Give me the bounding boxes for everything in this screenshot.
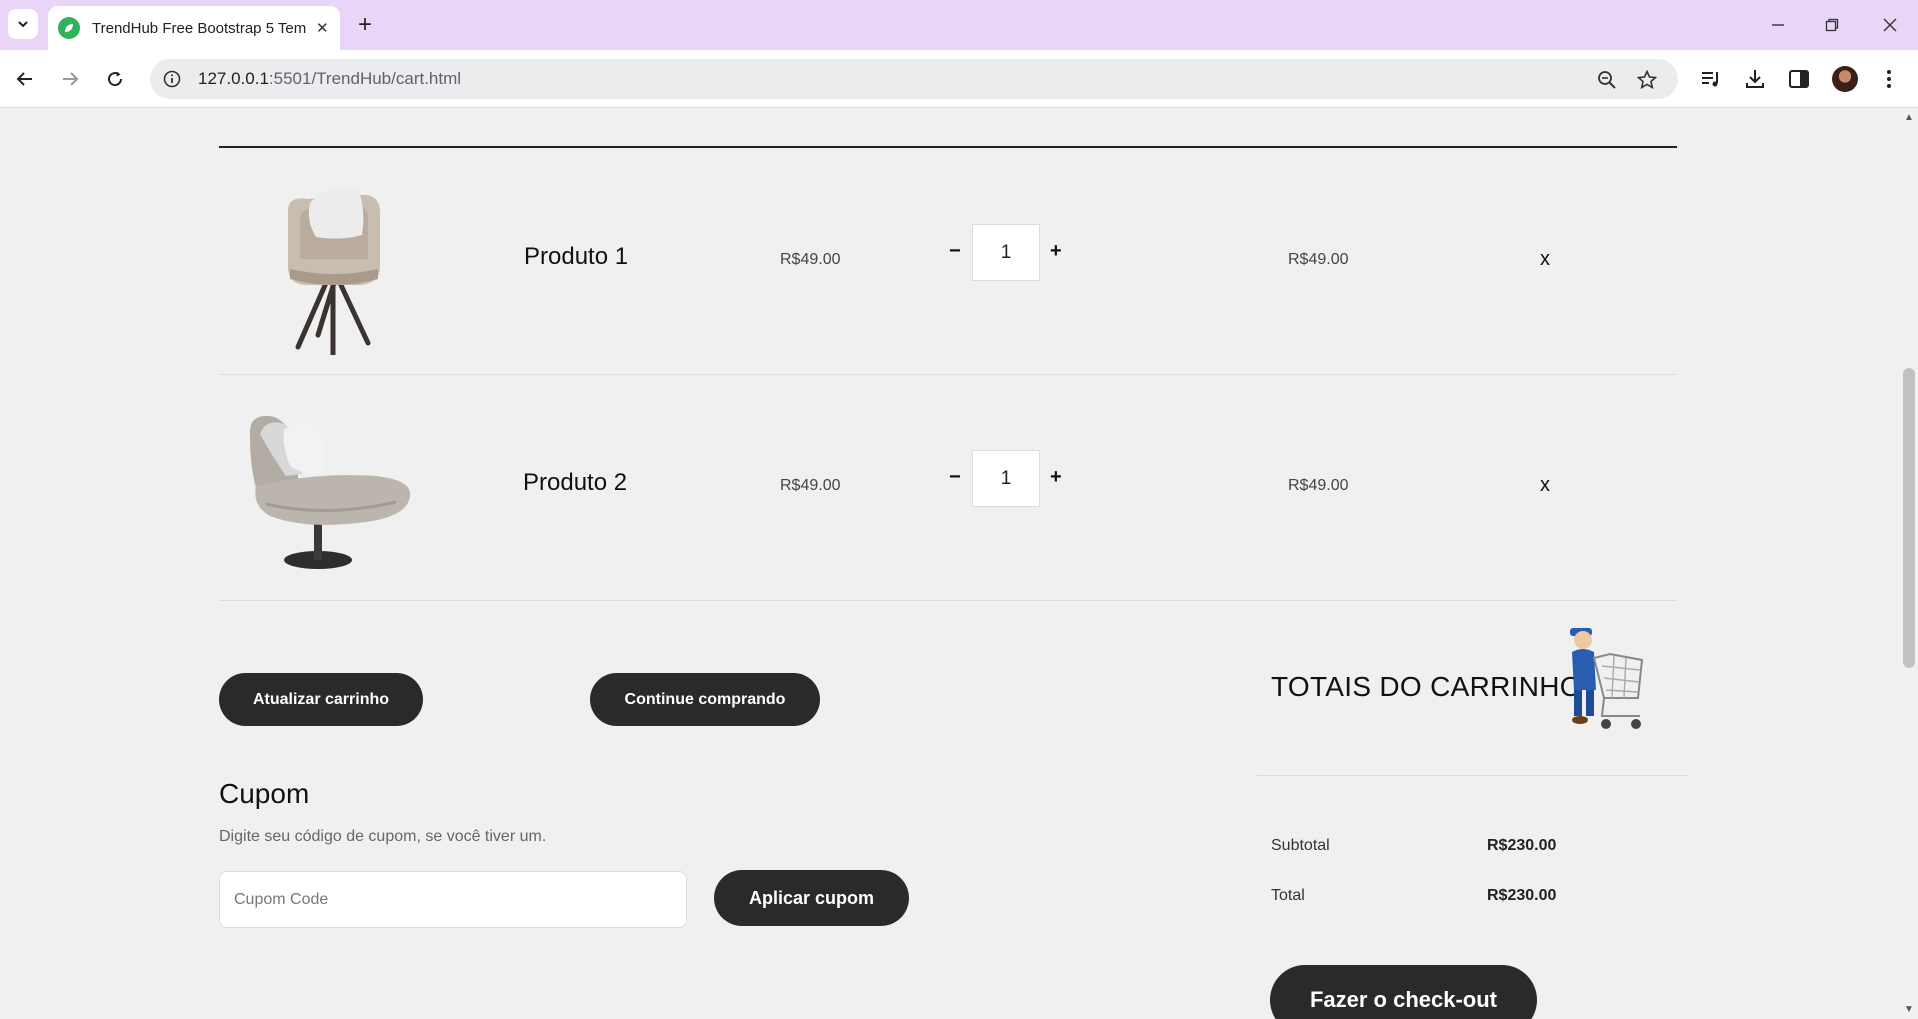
row-divider <box>219 374 1677 375</box>
totals-divider <box>1257 775 1689 776</box>
new-tab-button[interactable]: + <box>350 10 380 40</box>
checkout-button[interactable]: Fazer o check-out <box>1270 965 1537 1019</box>
coupon-description: Digite seu código de cupom, se você tive… <box>219 828 547 845</box>
shopping-cart-mascot-image <box>1570 628 1644 729</box>
product-1-image <box>287 188 381 355</box>
page-viewport: Produto 1 R$49.00 − 1 + R$49.00 x Produt… <box>0 108 1900 1019</box>
address-bar[interactable]: 127.0.0.1:5501/TrendHub/cart.html <box>150 59 1678 99</box>
product-1-name[interactable]: Produto 1 <box>524 243 628 271</box>
quantity-input[interactable]: 1 <box>972 450 1040 507</box>
leaf-icon <box>58 17 80 39</box>
total-label: Total <box>1271 887 1305 904</box>
url-text: 127.0.0.1:5501/TrendHub/cart.html <box>198 69 461 89</box>
window-close-button[interactable] <box>1870 10 1910 40</box>
close-icon[interactable]: ✕ <box>316 19 329 37</box>
cart-totals-title: TOTAIS DO CARRINHO <box>1271 671 1582 702</box>
site-info-icon[interactable] <box>162 69 182 89</box>
product-2-name[interactable]: Produto 2 <box>523 469 627 497</box>
subtotal-label: Subtotal <box>1271 837 1330 854</box>
restore-button[interactable] <box>1812 10 1852 40</box>
reload-icon <box>108 71 123 87</box>
scrollbar-thumb[interactable] <box>1903 368 1915 668</box>
zoom-icon[interactable] <box>1596 69 1618 91</box>
total-value: R$230.00 <box>1487 887 1557 904</box>
remove-item-button[interactable]: x <box>1540 474 1550 497</box>
table-header-divider <box>219 146 1677 148</box>
forward-button[interactable] <box>55 64 85 94</box>
close-icon <box>1883 18 1897 32</box>
subtotal-value: R$230.00 <box>1487 837 1557 854</box>
arrow-left-icon <box>16 72 32 86</box>
browser-tab-bar: TrendHub Free Bootstrap 5 Template ✕ + <box>0 0 1918 50</box>
restore-icon <box>1825 18 1839 32</box>
url-path: :5501/TrendHub/cart.html <box>268 69 462 88</box>
browser-toolbar: 127.0.0.1:5501/TrendHub/cart.html <box>0 50 1918 108</box>
download-icon[interactable] <box>1742 66 1768 92</box>
row-divider <box>219 600 1677 601</box>
tab-search-button[interactable] <box>8 9 38 39</box>
coupon-code-input[interactable] <box>219 871 687 928</box>
avatar <box>1832 66 1858 92</box>
product-1-total: R$49.00 <box>1288 251 1349 268</box>
apply-coupon-button[interactable]: Aplicar cupom <box>714 870 909 926</box>
update-cart-button[interactable]: Atualizar carrinho <box>219 673 423 726</box>
profile-avatar[interactable] <box>1832 66 1858 92</box>
product-2-price: R$49.00 <box>780 477 841 494</box>
continue-shopping-button[interactable]: Continue comprando <box>590 673 820 726</box>
menu-icon[interactable] <box>1876 66 1902 92</box>
side-panel-icon[interactable] <box>1786 66 1812 92</box>
increase-quantity-button[interactable]: + <box>1050 466 1062 489</box>
quantity-input[interactable]: 1 <box>972 224 1040 281</box>
arrow-right-icon <box>63 72 79 86</box>
minimize-icon <box>1772 24 1784 26</box>
decrease-quantity-button[interactable]: − <box>949 466 961 489</box>
remove-item-button[interactable]: x <box>1540 248 1550 271</box>
url-host: 127.0.0.1 <box>198 69 269 88</box>
back-button[interactable] <box>10 64 40 94</box>
reload-button[interactable] <box>100 64 130 94</box>
page-scrollbar[interactable]: ▲ ▼ <box>1900 108 1918 1019</box>
scroll-up-icon[interactable]: ▲ <box>1904 112 1914 123</box>
chevron-down-icon <box>18 21 28 28</box>
coupon-title: Cupom <box>219 778 310 809</box>
product-2-total: R$49.00 <box>1288 477 1349 494</box>
product-1-price: R$49.00 <box>780 251 841 268</box>
media-control-icon[interactable] <box>1698 66 1724 92</box>
minimize-button[interactable] <box>1758 10 1798 40</box>
decrease-quantity-button[interactable]: − <box>949 240 961 263</box>
increase-quantity-button[interactable]: + <box>1050 240 1062 263</box>
tab-title: TrendHub Free Bootstrap 5 Template <box>92 19 306 37</box>
star-icon[interactable] <box>1636 69 1658 91</box>
scroll-down-icon[interactable]: ▼ <box>1904 1004 1914 1015</box>
product-2-image <box>249 415 411 569</box>
active-tab[interactable]: TrendHub Free Bootstrap 5 Template ✕ <box>48 6 340 50</box>
